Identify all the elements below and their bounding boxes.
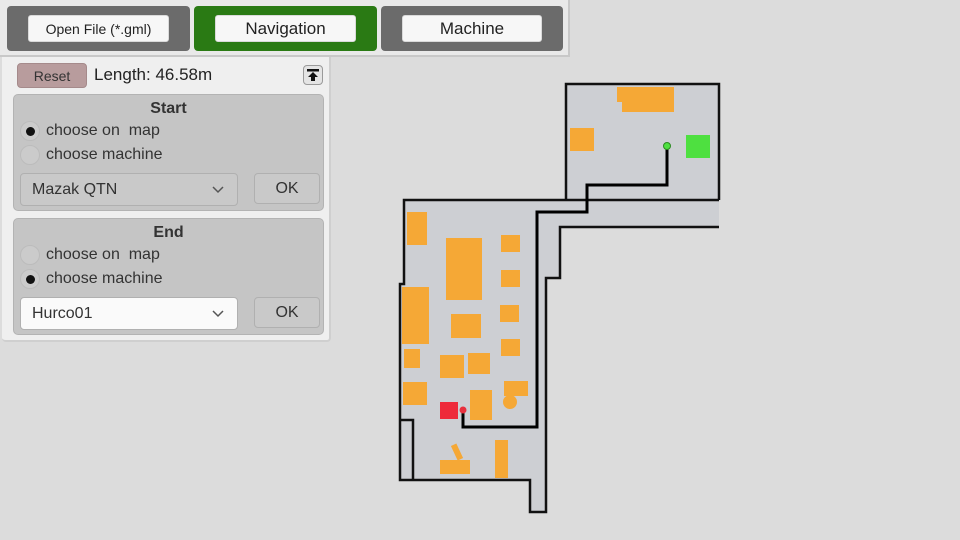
- end-ok-button[interactable]: OK: [254, 297, 320, 328]
- machine[interactable]: [403, 382, 427, 405]
- radio-label: choose machine: [46, 270, 163, 287]
- machine[interactable]: [402, 287, 429, 344]
- start-marker[interactable]: [663, 142, 671, 150]
- tab-navigation[interactable]: Navigation: [194, 6, 377, 51]
- machine[interactable]: [407, 212, 427, 245]
- machine[interactable]: [501, 235, 520, 252]
- radio-label: choose machine: [46, 146, 163, 163]
- start-title: Start: [150, 100, 187, 117]
- machine[interactable]: [470, 390, 492, 420]
- machine[interactable]: [504, 381, 528, 396]
- target-machine-green[interactable]: [686, 135, 710, 158]
- start-machine-select[interactable]: Mazak QTN: [20, 173, 238, 206]
- reset-button[interactable]: Reset: [17, 63, 87, 88]
- machine[interactable]: [503, 395, 517, 409]
- radio-button[interactable]: [20, 245, 40, 265]
- end-title: End: [153, 224, 184, 241]
- machine[interactable]: [501, 270, 520, 287]
- start-group: Start choose on map choose machine Mazak…: [13, 94, 324, 211]
- start-radio-choose-on-map[interactable]: choose on map: [20, 120, 160, 142]
- machine[interactable]: [460, 238, 482, 248]
- machine[interactable]: [622, 100, 674, 112]
- end-radio-choose-machine[interactable]: choose machine: [20, 268, 163, 290]
- machine[interactable]: [570, 128, 594, 151]
- machine[interactable]: [617, 87, 674, 102]
- navigation-panel: Reset Length: 46.58m Start choose on map…: [2, 57, 331, 342]
- machine-button[interactable]: Machine: [402, 15, 542, 42]
- end-machine-select[interactable]: Hurco01: [20, 297, 238, 330]
- navigation-button[interactable]: Navigation: [215, 15, 356, 42]
- radio-button[interactable]: [20, 145, 40, 165]
- machine[interactable]: [404, 349, 420, 368]
- radio-button-selected[interactable]: [20, 121, 40, 141]
- end-marker[interactable]: [459, 406, 467, 414]
- top-toolbar: Open File (*.gml) Navigation Machine: [0, 0, 570, 57]
- radio-label: choose on map: [46, 122, 160, 139]
- chevron-down-icon: [212, 310, 224, 318]
- select-value: Mazak QTN: [32, 180, 118, 198]
- end-radio-choose-on-map[interactable]: choose on map: [20, 244, 160, 266]
- end-machine-red[interactable]: [440, 402, 458, 419]
- tab-open-file[interactable]: Open File (*.gml): [7, 6, 190, 51]
- start-ok-button[interactable]: OK: [254, 173, 320, 204]
- machine[interactable]: [495, 440, 508, 478]
- collapse-up-arrow-icon: [307, 69, 319, 81]
- open-file-button[interactable]: Open File (*.gml): [28, 15, 169, 42]
- select-value: Hurco01: [32, 304, 93, 322]
- machine[interactable]: [440, 460, 470, 474]
- machine[interactable]: [500, 305, 519, 322]
- end-group: End choose on map choose machine Hurco01…: [13, 218, 324, 335]
- start-radio-choose-machine[interactable]: choose machine: [20, 144, 163, 166]
- machine[interactable]: [468, 353, 490, 374]
- collapse-panel-button[interactable]: [303, 65, 323, 85]
- machine[interactable]: [451, 314, 481, 338]
- tab-machine[interactable]: Machine: [381, 6, 563, 51]
- chevron-down-icon: [212, 186, 224, 194]
- route-length: Length: 46.58m: [94, 65, 213, 84]
- machine[interactable]: [501, 339, 520, 356]
- machine[interactable]: [440, 355, 464, 378]
- radio-button-selected[interactable]: [20, 269, 40, 289]
- radio-label: choose on map: [46, 246, 160, 263]
